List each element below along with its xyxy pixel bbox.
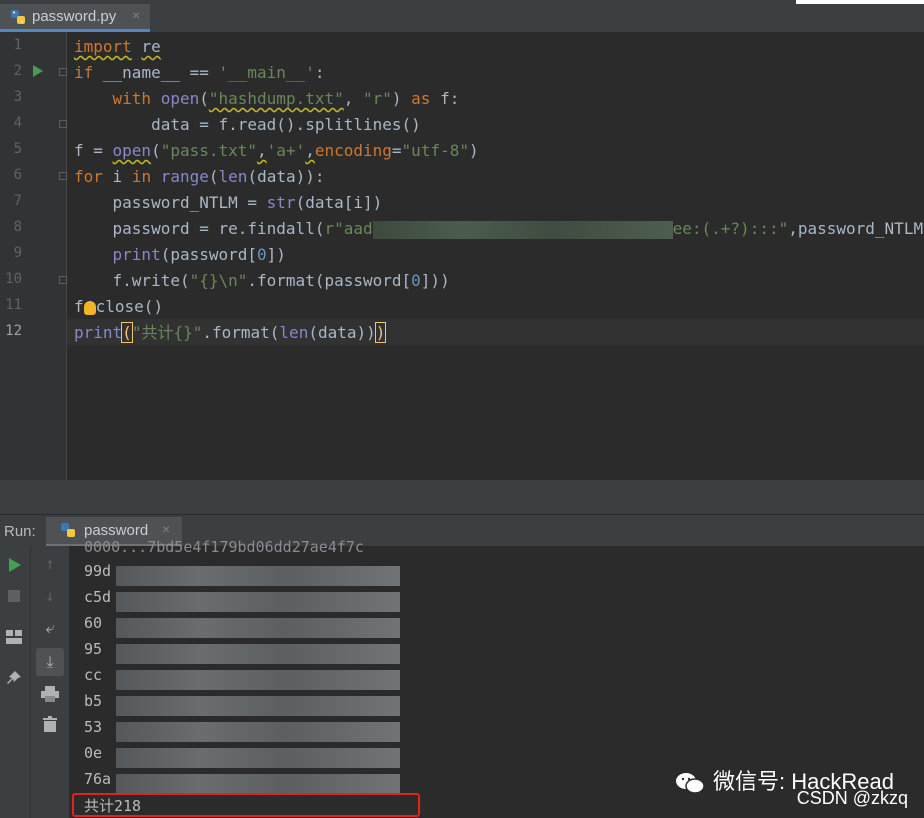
redacted-region xyxy=(116,592,400,612)
fold-marker-icon[interactable] xyxy=(59,276,67,284)
python-run-icon xyxy=(61,523,75,537)
lightbulb-icon[interactable] xyxy=(83,300,96,315)
wechat-icon xyxy=(676,773,705,794)
console-line: 95 xyxy=(84,640,103,658)
scroll-to-end-icon: ⤓ xyxy=(46,652,54,671)
code-line-9: print(password[0]) xyxy=(112,245,286,264)
file-tab-password-py[interactable]: password.py × xyxy=(0,4,150,32)
close-run-tab-icon[interactable]: × xyxy=(162,521,170,537)
soft-wrap-icon[interactable]: ⤶ xyxy=(38,618,62,638)
scroll-down-icon[interactable]: ↓ xyxy=(38,586,62,605)
line-number: 4 xyxy=(13,115,22,131)
code-line-3: with open("hashdump.txt", "r") as f: xyxy=(112,89,460,108)
code-line-1: import re xyxy=(74,37,161,56)
console-line: 0e xyxy=(84,744,103,762)
pin-icon[interactable] xyxy=(6,670,22,686)
console-partial-line: 0000...7bd5e4f179bd06dd27ae4f7c xyxy=(84,538,364,556)
redacted-region xyxy=(116,618,400,638)
console-line: 99d xyxy=(84,562,112,580)
fold-marker-icon[interactable] xyxy=(59,120,67,128)
print-icon[interactable] xyxy=(41,686,59,702)
run-gutter-icon[interactable] xyxy=(33,65,43,77)
line-number: 9 xyxy=(13,245,22,261)
code-line-2: if __name__ == '__main__': xyxy=(74,63,325,82)
code-line-6: for i in range(len(data)): xyxy=(74,167,325,186)
code-line-4: data = f.read().splitlines() xyxy=(151,115,421,134)
code-line-8: password = re.findall(r"aad ee:(.+?):::",… xyxy=(112,219,924,239)
rerun-icon[interactable] xyxy=(8,558,22,572)
redacted-region xyxy=(116,670,400,690)
line-number: 7 xyxy=(13,193,22,209)
code-line-11: f close() xyxy=(74,297,164,316)
layout-icon[interactable] xyxy=(6,630,22,644)
redacted-region xyxy=(116,644,400,664)
file-tab-label: password.py xyxy=(32,8,117,25)
line-number: 10 xyxy=(5,271,22,287)
scroll-to-end-button[interactable]: ⤓ xyxy=(36,648,64,676)
line-number: 8 xyxy=(13,219,22,235)
redacted-region xyxy=(116,566,400,586)
run-toolbar-primary xyxy=(0,546,30,818)
console-line: 53 xyxy=(84,718,103,736)
line-number: 12 xyxy=(5,323,22,339)
redacted-region xyxy=(116,748,400,768)
close-tab-icon[interactable]: × xyxy=(132,7,140,23)
code-line-10: f.write("{}\n".format(password[0])) xyxy=(112,271,450,290)
run-tab-label: password xyxy=(84,522,149,539)
line-number: 11 xyxy=(5,297,22,313)
console-line: b5 xyxy=(84,692,103,710)
window-edge xyxy=(796,0,924,4)
stop-icon[interactable] xyxy=(8,590,20,602)
redacted-region xyxy=(116,774,400,794)
python-file-icon xyxy=(11,10,25,24)
code-line-12: print("共计{}".format(len(data))) xyxy=(74,322,387,343)
line-number: 3 xyxy=(13,89,22,105)
run-label: Run: xyxy=(4,523,36,540)
run-console[interactable]: ↑ ↓ ⤶ ⤓ 0000...7bd5e4f179bd06dd27ae4f7c … xyxy=(0,538,924,818)
line-number-gutter: 1 2 3 4 5 6 7 8 9 10 11 12 xyxy=(0,32,67,480)
line-number: 1 xyxy=(13,37,22,53)
scroll-up-icon[interactable]: ↑ xyxy=(38,554,62,573)
run-toolbar-secondary: ↑ ↓ ⤶ ⤓ xyxy=(30,546,69,818)
fold-marker-icon[interactable] xyxy=(59,68,67,76)
redacted-region xyxy=(116,696,400,716)
code-editor[interactable]: 1 2 3 4 5 6 7 8 9 10 11 12 import re if … xyxy=(0,32,924,480)
line-number: 2 xyxy=(13,63,22,79)
console-line: cc xyxy=(84,666,103,684)
console-line: c5d xyxy=(84,588,112,606)
code-line-5: f = open("pass.txt",'a+',encoding="utf-8… xyxy=(74,141,479,160)
line-number: 6 xyxy=(13,167,22,183)
editor-tab-bar: password.py × xyxy=(0,0,924,32)
console-line: 76a xyxy=(84,770,112,788)
console-line: 60 xyxy=(84,614,103,632)
redacted-region xyxy=(116,722,400,742)
fold-marker-icon[interactable] xyxy=(59,172,67,180)
trash-icon[interactable] xyxy=(43,716,57,732)
panel-separator xyxy=(0,480,924,514)
code-line-7: password_NTLM = str(data[i]) xyxy=(112,193,383,212)
csdn-watermark: CSDN @zkzq xyxy=(796,788,908,808)
line-number: 5 xyxy=(13,141,22,157)
redacted-region xyxy=(372,220,673,239)
highlight-box xyxy=(72,793,420,817)
